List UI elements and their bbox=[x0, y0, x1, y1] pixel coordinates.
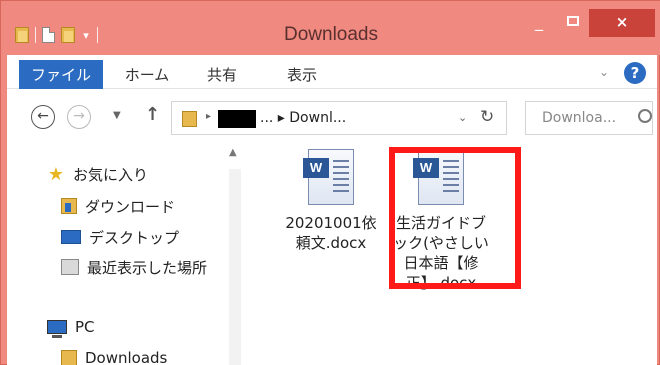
explorer-window: ▾ Downloads _ × ファイル ホーム 共有 表示 ⌄ ? ← → ▼… bbox=[0, 0, 660, 365]
content-area: ★ お気に入り ダウンロード デスクトップ 最近表示した場所 PC Downlo… bbox=[7, 139, 657, 365]
address-bar[interactable]: ▸ ... ▸ Downl... ⌄ ↻ bbox=[171, 101, 507, 135]
folder-icon[interactable] bbox=[15, 27, 29, 43]
scroll-up-icon[interactable]: ▲ bbox=[229, 147, 237, 158]
sidebar-item-recent[interactable]: 最近表示した場所 bbox=[61, 256, 207, 278]
scrollbar[interactable] bbox=[229, 169, 241, 365]
document-lines-icon bbox=[333, 160, 349, 196]
tab-view[interactable]: 表示 bbox=[277, 60, 327, 90]
sidebar-item-label: PC bbox=[75, 318, 95, 336]
forward-button[interactable]: → bbox=[67, 105, 91, 129]
minimize-button[interactable]: _ bbox=[525, 9, 553, 37]
downloads-folder-icon bbox=[61, 198, 77, 214]
navigation-pane: ★ お気に入り ダウンロード デスクトップ 最近表示した場所 PC Downlo… bbox=[7, 139, 247, 365]
breadcrumb[interactable]: ... ▸ Downl... bbox=[260, 110, 346, 126]
back-button[interactable]: ← bbox=[31, 105, 55, 129]
sidebar-item-pc-downloads[interactable]: Downloads bbox=[61, 347, 167, 365]
redacted-path-segment bbox=[218, 110, 256, 128]
close-button[interactable]: × bbox=[589, 9, 655, 37]
sidebar-item-label: Downloads bbox=[85, 349, 168, 365]
toolbar-divider bbox=[97, 27, 98, 43]
sidebar-item-label: ダウンロード bbox=[85, 197, 176, 216]
search-placeholder: Downloa... bbox=[542, 110, 617, 126]
search-icon[interactable] bbox=[638, 109, 652, 123]
sidebar-item-desktop[interactable]: デスクトップ bbox=[61, 226, 179, 248]
window-title: Downloads bbox=[284, 24, 378, 45]
navigation-bar: ← → ▼ ↑ ▸ ... ▸ Downl... ⌄ ↻ Downloa... bbox=[7, 89, 657, 139]
desktop-icon bbox=[61, 230, 81, 244]
toolbar-divider bbox=[35, 27, 36, 43]
computer-icon bbox=[47, 320, 67, 338]
sidebar-item-pc[interactable]: PC bbox=[47, 316, 95, 338]
title-bar: ▾ Downloads _ × bbox=[1, 1, 660, 55]
refresh-icon[interactable]: ↻ bbox=[480, 107, 494, 127]
search-input[interactable]: Downloa... bbox=[525, 101, 653, 135]
expand-ribbon-icon[interactable]: ⌄ bbox=[599, 65, 609, 79]
new-folder-icon[interactable] bbox=[61, 27, 75, 43]
word-document-icon: W bbox=[303, 149, 354, 205]
tab-share[interactable]: 共有 bbox=[197, 60, 247, 90]
sidebar-item-label: 最近表示した場所 bbox=[87, 258, 208, 277]
recent-locations-icon[interactable]: ▼ bbox=[113, 110, 121, 121]
tab-home[interactable]: ホーム bbox=[117, 60, 177, 90]
sidebar-item-label: お気に入り bbox=[73, 165, 149, 184]
star-icon: ★ bbox=[47, 163, 65, 185]
breadcrumb-separator-icon[interactable]: ▸ bbox=[206, 111, 211, 122]
properties-icon[interactable] bbox=[42, 27, 55, 43]
help-icon[interactable]: ? bbox=[624, 62, 646, 84]
up-button[interactable]: ↑ bbox=[145, 104, 160, 125]
file-item[interactable]: W 20201001依頼文.docx bbox=[283, 149, 379, 253]
ribbon-tabs: ファイル ホーム 共有 表示 ⌄ ? bbox=[7, 55, 657, 90]
folder-icon bbox=[61, 350, 77, 365]
sidebar-item-favorites[interactable]: ★ お気に入り bbox=[47, 163, 148, 185]
sidebar-item-downloads[interactable]: ダウンロード bbox=[61, 195, 175, 217]
quick-access-toolbar: ▾ bbox=[15, 23, 98, 47]
word-badge-icon: W bbox=[303, 158, 329, 178]
tab-file[interactable]: ファイル bbox=[19, 60, 103, 90]
customize-toolbar-icon[interactable]: ▾ bbox=[81, 29, 91, 42]
sidebar-item-label: デスクトップ bbox=[89, 228, 180, 247]
file-name: 20201001依頼文.docx bbox=[285, 214, 377, 252]
folder-icon bbox=[182, 111, 197, 127]
highlight-box bbox=[389, 147, 521, 289]
maximize-button[interactable] bbox=[559, 9, 587, 37]
recent-places-icon bbox=[61, 259, 79, 275]
maximize-icon bbox=[567, 16, 579, 26]
chevron-down-icon[interactable]: ⌄ bbox=[458, 111, 467, 124]
